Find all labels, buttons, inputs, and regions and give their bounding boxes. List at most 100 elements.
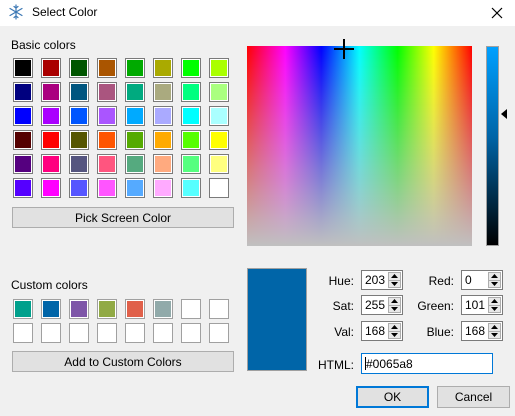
ok-button[interactable]: OK [356,386,429,408]
red-spinbox[interactable]: 0 [461,270,503,290]
basic-color-swatch[interactable] [97,58,117,78]
basic-color-swatch[interactable] [69,178,89,198]
basic-color-swatch[interactable] [153,58,173,78]
basic-color-swatch[interactable] [209,106,229,126]
basic-color-swatch[interactable] [125,58,145,78]
basic-color-swatch[interactable] [41,58,61,78]
val-spinbox[interactable]: 168 [361,321,403,341]
custom-color-swatch[interactable] [41,323,61,343]
basic-color-swatch[interactable] [69,130,89,150]
html-input[interactable]: #0065a8 [361,353,493,374]
basic-color-swatch[interactable] [13,58,33,78]
val-up-button[interactable] [388,323,401,331]
basic-color-swatch[interactable] [125,154,145,174]
custom-color-swatch[interactable] [41,299,61,319]
custom-color-swatch[interactable] [181,299,201,319]
basic-color-swatch[interactable] [41,130,61,150]
custom-color-swatch[interactable] [13,299,33,319]
basic-color-swatch[interactable] [153,130,173,150]
sat-up-button[interactable] [388,297,401,305]
val-value: 168 [365,324,386,338]
red-down-button[interactable] [488,279,501,288]
basic-color-swatch[interactable] [13,106,33,126]
basic-color-swatch[interactable] [181,82,201,102]
value-slider[interactable] [486,46,499,246]
basic-color-swatch[interactable] [181,106,201,126]
basic-color-swatch[interactable] [125,130,145,150]
basic-color-swatch[interactable] [153,82,173,102]
snowflake-icon [9,4,23,20]
basic-color-swatch[interactable] [181,154,201,174]
close-button[interactable] [479,0,515,26]
custom-color-swatch[interactable] [69,323,89,343]
custom-color-swatch[interactable] [181,323,201,343]
basic-color-swatch[interactable] [13,154,33,174]
basic-color-swatch[interactable] [181,130,201,150]
basic-color-swatch[interactable] [41,154,61,174]
custom-color-swatch[interactable] [153,323,173,343]
custom-color-swatch[interactable] [153,299,173,319]
pick-screen-color-button[interactable]: Pick Screen Color [12,207,234,228]
basic-color-swatch[interactable] [125,106,145,126]
green-spinbox[interactable]: 101 [461,295,503,315]
basic-color-swatch[interactable] [13,130,33,150]
basic-color-swatch[interactable] [209,178,229,198]
basic-color-swatch[interactable] [153,178,173,198]
red-value: 0 [465,273,472,287]
custom-color-swatch[interactable] [97,323,117,343]
custom-color-swatch[interactable] [69,299,89,319]
val-down-button[interactable] [388,330,401,339]
basic-color-swatch[interactable] [69,58,89,78]
basic-color-swatch[interactable] [13,178,33,198]
green-up-button[interactable] [488,297,501,305]
blue-up-button[interactable] [488,323,501,331]
basic-color-swatch[interactable] [41,82,61,102]
sat-down-button[interactable] [388,304,401,313]
basic-color-swatch[interactable] [181,58,201,78]
hue-spinbox[interactable]: 203 [361,270,403,290]
hue-down-button[interactable] [388,279,401,288]
custom-color-swatch[interactable] [125,323,145,343]
basic-color-swatch[interactable] [69,154,89,174]
blue-spinbox[interactable]: 168 [461,321,503,341]
basic-color-swatch[interactable] [125,178,145,198]
blue-down-button[interactable] [488,330,501,339]
title-bar: Select Color [0,0,515,26]
red-up-button[interactable] [488,272,501,280]
basic-color-swatch[interactable] [13,82,33,102]
basic-color-swatch[interactable] [209,58,229,78]
custom-color-swatch[interactable] [125,299,145,319]
basic-color-swatch[interactable] [97,178,117,198]
basic-color-swatch[interactable] [41,178,61,198]
basic-color-swatch[interactable] [209,154,229,174]
add-to-custom-colors-button[interactable]: Add to Custom Colors [12,351,234,372]
window-title: Select Color [32,5,98,19]
basic-color-swatch[interactable] [97,106,117,126]
basic-color-swatch[interactable] [97,130,117,150]
sat-spinbox[interactable]: 255 [361,295,403,315]
basic-color-swatch[interactable] [153,154,173,174]
hue-up-button[interactable] [388,272,401,280]
close-icon [491,7,503,19]
basic-color-swatch[interactable] [209,130,229,150]
basic-color-swatch[interactable] [209,82,229,102]
basic-color-swatch[interactable] [69,106,89,126]
arrow-up-icon [391,274,398,279]
value-slider-arrow-icon[interactable] [501,109,507,119]
hue-label: Hue: [328,274,354,288]
hue-saturation-picker[interactable] [247,46,472,246]
custom-color-swatch[interactable] [97,299,117,319]
basic-color-swatch[interactable] [97,154,117,174]
basic-color-swatch[interactable] [181,178,201,198]
custom-color-swatch[interactable] [209,299,229,319]
basic-color-swatch[interactable] [97,82,117,102]
basic-color-swatch[interactable] [125,82,145,102]
custom-color-swatch[interactable] [13,323,33,343]
basic-color-swatch[interactable] [153,106,173,126]
green-down-button[interactable] [488,304,501,313]
cancel-button[interactable]: Cancel [437,386,510,408]
custom-color-swatch[interactable] [209,323,229,343]
html-input-value-wrapper: #0065a8 [365,357,413,371]
basic-color-swatch[interactable] [69,82,89,102]
basic-color-swatch[interactable] [41,106,61,126]
